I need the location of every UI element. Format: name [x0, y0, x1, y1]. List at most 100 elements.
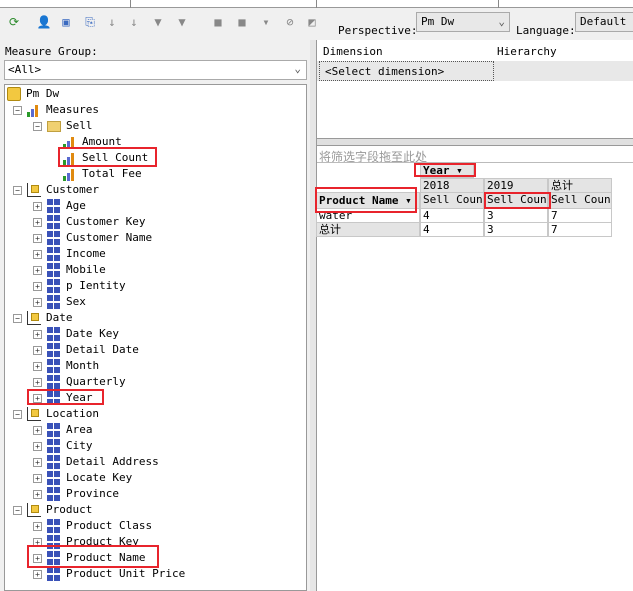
tab-divider: [130, 0, 131, 8]
expand-icon[interactable]: +: [33, 217, 42, 227]
user-icon[interactable]: 👤: [36, 14, 52, 30]
tree-item[interactable]: + City: [33, 438, 93, 454]
sort-ascending-icon[interactable]: ↓: [104, 14, 120, 30]
attribute-icon: [47, 263, 61, 277]
column-header: 2018: [420, 178, 484, 193]
expand-icon[interactable]: +: [33, 201, 42, 211]
collapse-icon[interactable]: −: [13, 313, 22, 323]
tree-item-label: Date: [46, 311, 73, 324]
tree-item[interactable]: − Date: [13, 310, 73, 326]
filter-menu-icon[interactable]: ▼: [174, 14, 190, 30]
tree-item[interactable]: + Date Key: [33, 326, 119, 342]
pane-splitter[interactable]: [317, 138, 633, 146]
expand-icon[interactable]: +: [33, 457, 42, 467]
pin-icon[interactable]: ▾: [258, 14, 274, 30]
data-cell: 4: [420, 208, 484, 223]
dimension-column-header: Dimension: [323, 45, 383, 58]
tree-item[interactable]: − Customer: [13, 182, 99, 198]
language-label: Language:: [516, 24, 576, 37]
attribute-icon: [47, 247, 61, 261]
tree-item[interactable]: + Sex: [33, 294, 86, 310]
tree-item[interactable]: + Quarterly: [33, 374, 126, 390]
expand-icon[interactable]: +: [33, 329, 42, 339]
tab-divider: [498, 0, 499, 8]
expand-icon[interactable]: +: [33, 377, 42, 387]
tree-item[interactable]: − Measures: [13, 102, 99, 118]
perspective-select[interactable]: Pm Dw ⌄: [416, 12, 510, 32]
select-dimension-cell[interactable]: <Select dimension>: [319, 61, 494, 81]
attach-icon[interactable]: ⊘: [282, 14, 298, 30]
filter-icon[interactable]: ▼: [150, 14, 166, 30]
data-cell: 3: [484, 222, 548, 237]
tree-item-label: Sell: [66, 119, 93, 132]
server-icon[interactable]: ▣: [58, 14, 74, 30]
grid-icon[interactable]: ■: [210, 14, 226, 30]
expand-icon[interactable]: +: [33, 345, 42, 355]
tree-item[interactable]: + Product Class: [33, 518, 152, 534]
tree-item[interactable]: + Product Unit Price: [33, 566, 185, 582]
document-tabs: [0, 0, 633, 8]
expand-icon[interactable]: +: [33, 441, 42, 451]
tree-item-label: Month: [66, 359, 100, 372]
tree-item[interactable]: + Month: [33, 358, 99, 374]
column-header: 总计: [548, 178, 612, 193]
reconnect-icon[interactable]: ⎘: [82, 14, 98, 30]
table-icon[interactable]: ■: [234, 14, 250, 30]
tree-item[interactable]: Pm Dw: [7, 86, 59, 102]
expand-icon[interactable]: +: [33, 297, 42, 307]
tree-item[interactable]: + p Ientity: [33, 278, 126, 294]
expand-icon[interactable]: +: [33, 521, 42, 531]
attribute-icon: [47, 279, 61, 293]
tree-item[interactable]: − Product: [13, 502, 92, 518]
tree-item-label: Pm Dw: [26, 87, 60, 100]
tree-item-label: p Ientity: [66, 279, 126, 292]
expand-icon[interactable]: +: [33, 361, 42, 371]
attribute-icon: [47, 439, 61, 453]
expand-icon[interactable]: +: [33, 569, 42, 579]
tree-item-label: Customer Key: [66, 215, 146, 228]
expand-icon[interactable]: +: [33, 265, 42, 275]
tree-item[interactable]: + Income: [33, 246, 106, 262]
chevron-down-icon: ⌄: [294, 62, 301, 75]
expand-icon[interactable]: ◩: [304, 14, 320, 30]
collapse-icon[interactable]: −: [13, 185, 22, 195]
expand-icon[interactable]: +: [33, 249, 42, 259]
tree-item[interactable]: + Locate Key: [33, 470, 132, 486]
dimension-icon: [27, 183, 41, 197]
tree-item[interactable]: Total Fee: [49, 166, 142, 182]
tree-item[interactable]: + Province: [33, 486, 119, 502]
tree-item-label: Age: [66, 199, 86, 212]
expand-icon[interactable]: +: [33, 281, 42, 291]
expand-icon[interactable]: +: [33, 489, 42, 499]
tree-item-label: City: [66, 439, 93, 452]
collapse-icon[interactable]: −: [13, 505, 22, 515]
expand-icon[interactable]: +: [33, 473, 42, 483]
highlight-box: [27, 389, 104, 405]
tree-item[interactable]: − Sell: [33, 118, 93, 134]
tree-item[interactable]: + Detail Address: [33, 454, 159, 470]
dimension-icon: [27, 503, 41, 517]
language-select[interactable]: Default: [575, 12, 633, 32]
tree-item[interactable]: + Customer Key: [33, 214, 145, 230]
sort-descending-icon[interactable]: ↓: [126, 14, 142, 30]
tree-item[interactable]: + Area: [33, 422, 93, 438]
measure-group-select[interactable]: <All> ⌄: [4, 60, 307, 80]
tree-item[interactable]: + Customer Name: [33, 230, 152, 246]
collapse-icon[interactable]: −: [13, 409, 22, 419]
data-cell: 7: [548, 208, 612, 223]
tree-item[interactable]: + Mobile: [33, 262, 106, 278]
highlight-box: [58, 147, 157, 167]
collapse-icon[interactable]: −: [33, 121, 42, 131]
refresh-icon[interactable]: ⟳: [6, 14, 22, 30]
expand-icon[interactable]: +: [33, 425, 42, 435]
tree-item[interactable]: + Age: [33, 198, 86, 214]
tree-item-label: Mobile: [66, 263, 106, 276]
chevron-down-icon: ⌄: [498, 15, 505, 28]
tree-item[interactable]: + Detail Date: [33, 342, 139, 358]
tree-item[interactable]: − Location: [13, 406, 99, 422]
attribute-icon: [47, 359, 61, 373]
expand-icon[interactable]: +: [33, 233, 42, 243]
highlight-box: [27, 545, 159, 568]
attribute-icon: [47, 471, 61, 485]
collapse-icon[interactable]: −: [13, 105, 22, 115]
